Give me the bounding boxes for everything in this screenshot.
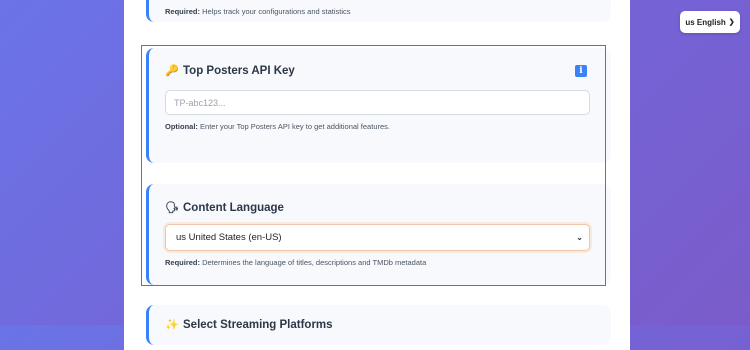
content-language-help: Required: Determines the language of tit… [165,258,426,267]
language-selector-label: us English [685,17,726,27]
help-text: Determines the language of titles, descr… [202,258,427,267]
api-key-title-text: Top Posters API Key [183,65,295,77]
top-section: Required: Helps track your configuration… [146,0,611,22]
help-prefix: Required: [165,258,201,267]
help-text: Helps track your configurations and stat… [202,7,351,16]
speaking-head-icon: 🗣 [165,201,179,214]
key-icon: 🔑 [165,64,179,77]
top-section-help: Required: Helps track your configuration… [165,7,351,16]
content-language-select[interactable]: us United States (en-US) ⌄ [165,224,590,251]
content-language-title-text: Content Language [183,202,284,214]
sparkle-icon: ✨ [165,318,179,331]
api-key-input[interactable] [165,90,590,115]
api-key-section: 🔑 Top Posters API Key i Optional: Enter … [146,48,611,163]
help-text: Enter your Top Posters API key to get ad… [200,122,390,131]
streaming-platforms-title: ✨ Select Streaming Platforms [165,319,333,331]
streaming-platforms-title-text: Select Streaming Platforms [183,319,333,331]
api-key-help: Optional: Enter your Top Posters API key… [165,122,390,131]
api-key-title: 🔑 Top Posters API Key [165,65,295,77]
help-prefix: Optional: [165,122,198,131]
content-language-title: 🗣 Content Language [165,202,284,214]
chevron-down-icon: ❯ [728,19,735,26]
content-language-selected: us United States (en-US) [176,232,282,243]
content-language-section: 🗣 Content Language us United States (en-… [146,184,611,285]
help-prefix: Required: [165,7,201,16]
language-selector-button[interactable]: us English ❯ [680,11,740,33]
chevron-down-icon: ⌄ [576,233,583,242]
streaming-platforms-section: ✨ Select Streaming Platforms [146,305,611,345]
info-icon[interactable]: i [575,65,587,77]
